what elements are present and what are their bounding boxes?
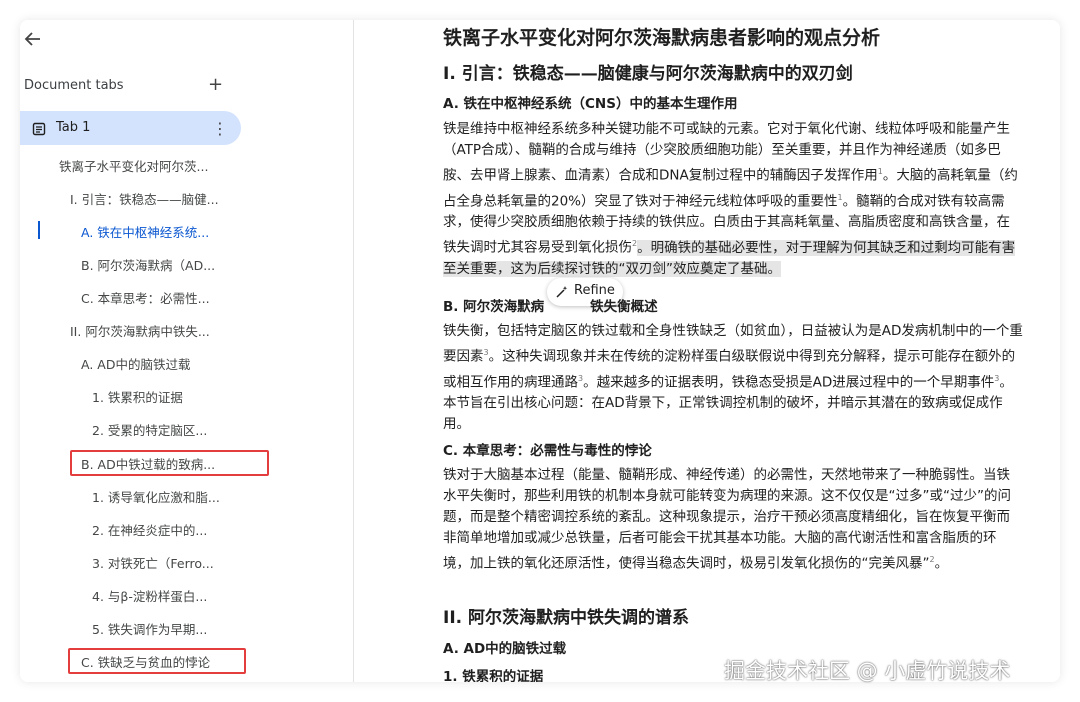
heading-subsection-c: C. 本章思考：必需性与毒性的悖论 bbox=[443, 443, 652, 459]
outline-item[interactable]: 3. 对铁死亡（Ferro... bbox=[92, 553, 214, 572]
outline-item[interactable]: A. AD中的脑铁过载 bbox=[81, 354, 190, 373]
selected-text[interactable]: 。明确铁的基础 bbox=[637, 239, 732, 256]
back-arrow-icon[interactable] bbox=[22, 28, 44, 50]
paragraph-text: 铁对于大脑基本过程（能量、髓鞘形成、神经传递）的必需性，天然地带来了一种脆弱性。… bbox=[443, 467, 1011, 572]
outline-item[interactable]: 1. 铁累积的证据 bbox=[92, 387, 183, 406]
paragraph-text: 。 bbox=[934, 555, 949, 572]
outline-item[interactable]: B. 阿尔茨海默病（AD... bbox=[81, 255, 215, 274]
outline-item[interactable]: 4. 与β-淀粉样蛋白... bbox=[92, 586, 207, 605]
document-title: 铁离子水平变化对阿尔茨海默病患者影响的观点分析 bbox=[443, 27, 881, 49]
document-icon bbox=[32, 121, 46, 136]
heading-item-1: 1. 铁累积的证据 bbox=[443, 669, 544, 682]
tab-1-label: Tab 1 bbox=[56, 120, 91, 135]
document-body[interactable]: 铁离子水平变化对阿尔茨海默病患者影响的观点分析 I. 引言：铁稳态——脑健康与阿… bbox=[354, 20, 1060, 682]
outline-item[interactable]: C. 本章思考：必需性... bbox=[81, 288, 210, 307]
watermark-text: 掘金技术社区 @ 小虚竹说技术 bbox=[724, 659, 1011, 683]
heading-section-2: II. 阿尔茨海默病中铁失调的谱系 bbox=[443, 608, 690, 628]
outline-item[interactable]: II. 阿尔茨海默病中铁失... bbox=[70, 321, 210, 340]
tab-more-options-icon[interactable]: ⋮ bbox=[212, 119, 228, 138]
heading-section-1: I. 引言：铁稳态——脑健康与阿尔茨海默病中的双刃剑 bbox=[443, 64, 853, 84]
outline-item-active[interactable]: A. 铁在中枢神经系统... bbox=[81, 222, 209, 241]
paragraph-a: 铁是维持中枢神经系统多种关键功能不可或缺的元素。它对于氧化代谢、线粒体呼吸和能量… bbox=[443, 119, 1023, 280]
heading-text: 铁失衡概述 bbox=[590, 299, 658, 315]
heading-text: B. 阿尔茨海默病 bbox=[443, 299, 545, 315]
outline-item[interactable]: I. 引言：铁稳态——脑健... bbox=[70, 189, 219, 208]
tab-1[interactable]: Tab 1 ⋮ bbox=[20, 111, 241, 145]
paragraph-b: 铁失衡，包括特定脑区的铁过载和全身性铁缺乏（如贫血），日益被认为是AD发病机制中… bbox=[443, 321, 1023, 435]
add-tab-button[interactable]: + bbox=[208, 74, 223, 95]
paragraph-c: 铁对于大脑基本过程（能量、髓鞘形成、神经传递）的必需性，天然地带来了一种脆弱性。… bbox=[443, 465, 1023, 575]
paragraph-text: 。越来越多的证据表明，铁稳态受损是AD进展过程中的一个早期事件 bbox=[583, 374, 995, 390]
outline-item[interactable]: 5. 铁失调作为早期... bbox=[92, 619, 207, 638]
heading-subsection-a: A. 铁在中枢神经系统（CNS）中的基本生理作用 bbox=[443, 96, 738, 112]
outline-item[interactable]: 2. 受累的特定脑区... bbox=[92, 420, 207, 439]
annotation-highlight-box bbox=[68, 648, 246, 674]
document-outline-sidebar: Document tabs + Tab 1 ⋮ 铁离子水平变化对阿尔茨... I… bbox=[20, 20, 354, 682]
outline-item[interactable]: 2. 在神经炎症中的... bbox=[92, 520, 207, 539]
active-heading-marker bbox=[38, 221, 40, 239]
heading-subsection-iia: A. AD中的脑铁过载 bbox=[443, 641, 567, 657]
outline-item[interactable]: 铁离子水平变化对阿尔茨... bbox=[59, 156, 208, 175]
annotation-highlight-box bbox=[70, 450, 269, 476]
document-tabs-title: Document tabs bbox=[24, 78, 124, 93]
heading-subsection-b: B. 阿尔茨海默病 铁失衡概述 bbox=[443, 295, 658, 315]
app-window: Document tabs + Tab 1 ⋮ 铁离子水平变化对阿尔茨... I… bbox=[20, 20, 1060, 682]
outline-item[interactable]: 1. 诱导氧化应激和脂... bbox=[92, 487, 220, 506]
